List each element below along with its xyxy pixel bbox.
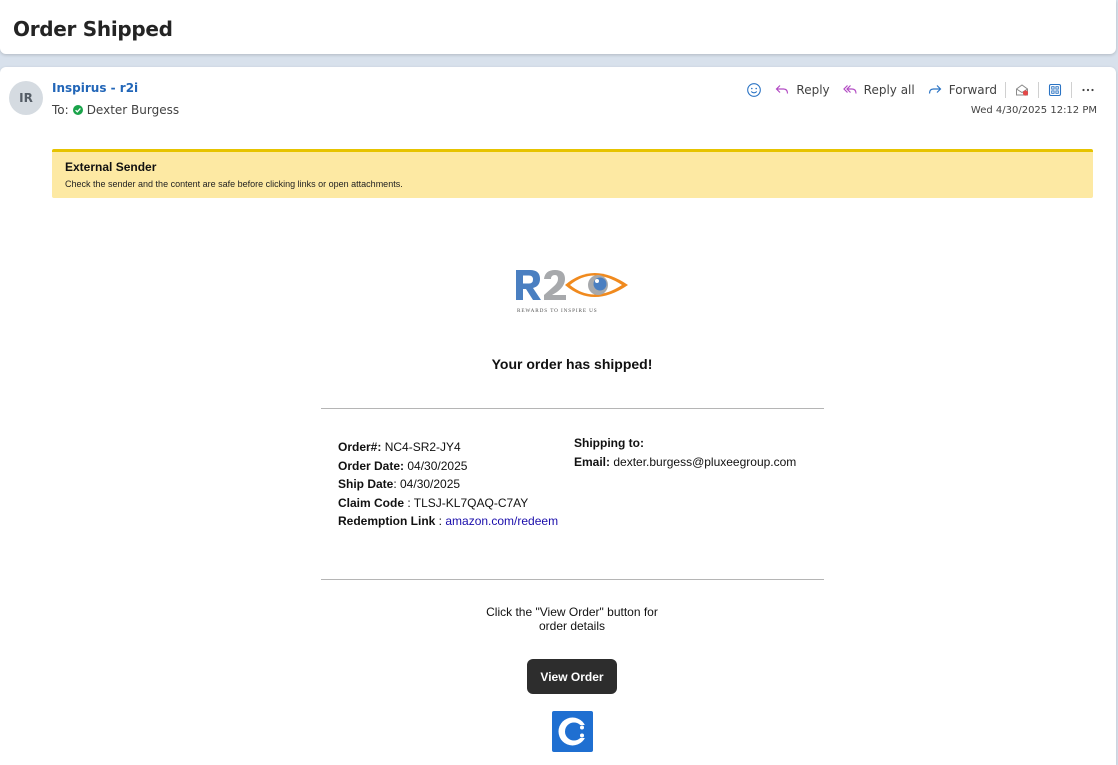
- apps-grid-icon: [1048, 83, 1062, 97]
- order-date-row: Order Date: 04/30/2025: [338, 457, 558, 476]
- forward-button[interactable]: Forward: [921, 79, 1003, 101]
- toolbar-divider: [1005, 82, 1006, 98]
- forward-icon: [928, 85, 942, 94]
- ship-date-row: Ship Date: 04/30/2025: [338, 475, 558, 494]
- recipient-name: Dexter Burgess: [86, 103, 180, 117]
- redemption-label: Redemption Link: [338, 514, 436, 528]
- toolbar-divider: [1038, 82, 1039, 98]
- email-value: dexter.burgess@pluxeegroup.com: [610, 454, 797, 469]
- recipient-chip[interactable]: Dexter Burgess: [72, 103, 180, 117]
- apps-button[interactable]: [1041, 79, 1069, 101]
- shipping-to-row: Shipping to:: [574, 434, 796, 453]
- redemption-separator: :: [435, 514, 446, 528]
- toolbar-divider: [1071, 82, 1072, 98]
- message-toolbar: Reply Reply all Forward: [740, 79, 1102, 101]
- to-label: To:: [52, 103, 69, 117]
- divider-bottom: [321, 579, 824, 580]
- ship-date-label: Ship Date: [338, 477, 394, 491]
- order-date-value: 04/30/2025: [404, 458, 468, 473]
- email-row: Email: dexter.burgess@pluxeegroup.com: [574, 453, 796, 472]
- ship-date-value: : 04/30/2025: [393, 477, 461, 491]
- more-icon: [1082, 88, 1094, 92]
- view-order-instruction: Click the "View Order" button for order …: [486, 605, 658, 633]
- presence-available-icon: [72, 105, 83, 115]
- inspirus-c-logo: [552, 711, 593, 752]
- reply-all-button[interactable]: Reply all: [836, 79, 921, 101]
- reply-all-icon: [842, 85, 857, 94]
- emoji-reaction-button[interactable]: [740, 79, 768, 101]
- c-logo-icon: [558, 717, 590, 746]
- redemption-row: Redemption Link : amazon.com/redeem: [338, 512, 558, 531]
- order-details: Order#: NC4-SR2-JY4 Order Date: 04/30/20…: [338, 438, 558, 531]
- order-number-value: NC4-SR2-JY4: [381, 440, 461, 454]
- order-number-row: Order#: NC4-SR2-JY4: [338, 438, 558, 457]
- reply-icon: [776, 85, 789, 94]
- mark-unread-button[interactable]: [1008, 79, 1036, 101]
- more-actions-button[interactable]: [1074, 79, 1102, 101]
- banner-text: Check the sender and the content are saf…: [65, 179, 403, 189]
- subject-bar: Order Shipped: [0, 0, 1116, 54]
- reading-pane: IR Inspirus - r2i To: Dexter Burgess Rep…: [0, 67, 1116, 765]
- to-line: To: Dexter Burgess: [52, 103, 179, 117]
- forward-label: Forward: [948, 83, 997, 97]
- shipping-details: Shipping to: Email: dexter.burgess@pluxe…: [574, 434, 796, 471]
- shipping-to-label: Shipping to:: [574, 436, 644, 450]
- email-label: Email:: [574, 454, 611, 469]
- claim-code-value: : TLSJ-KL7QAQ-C7AY: [404, 495, 529, 510]
- smiley-icon: [747, 83, 762, 97]
- order-number-label: Order#:: [338, 440, 382, 454]
- redemption-link[interactable]: amazon.com/redeem: [445, 514, 558, 528]
- sender-name[interactable]: Inspirus - r2i: [52, 81, 138, 95]
- external-sender-banner: External Sender Check the sender and the…: [52, 149, 1093, 198]
- reply-all-label: Reply all: [863, 83, 915, 97]
- claim-code-row: Claim Code : TLSJ-KL7QAQ-C7AY: [338, 494, 558, 513]
- claim-code-label: Claim Code: [338, 495, 405, 510]
- banner-title: External Sender: [65, 160, 157, 174]
- order-date-label: Order Date:: [338, 458, 405, 473]
- view-order-button[interactable]: View Order: [527, 659, 617, 694]
- logo-tagline: REWARDS TO INSPIRE US: [517, 308, 598, 314]
- email-subject: Order Shipped: [13, 17, 173, 41]
- sender-avatar[interactable]: IR: [9, 81, 43, 115]
- envelope-open-icon: [1016, 84, 1029, 96]
- reply-button[interactable]: Reply: [768, 79, 835, 101]
- divider-top: [321, 408, 824, 409]
- message-timestamp: Wed 4/30/2025 12:12 PM: [970, 105, 1097, 116]
- shipped-headline: Your order has shipped!: [491, 356, 653, 372]
- reply-label: Reply: [796, 83, 830, 97]
- r2i-logo: REWARDS TO INSPIRE US: [516, 270, 628, 314]
